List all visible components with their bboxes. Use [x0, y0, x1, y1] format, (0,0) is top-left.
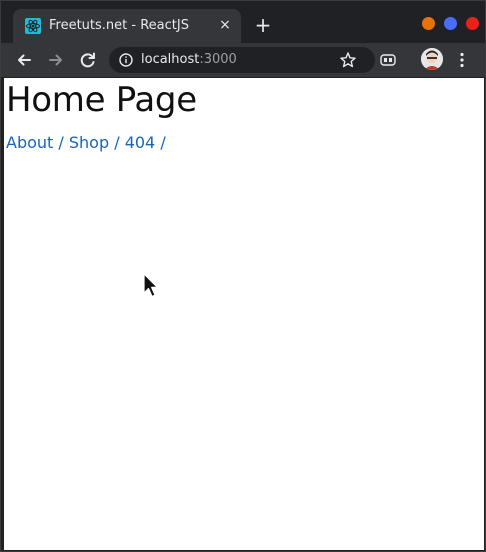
page-title: Home Page	[6, 80, 197, 120]
address-bar[interactable]: localhost:3000	[109, 47, 375, 73]
url-port: :3000	[199, 52, 237, 67]
url-text[interactable]: localhost:3000	[141, 52, 237, 67]
kebab-menu-icon[interactable]	[455, 51, 469, 69]
mouse-cursor-icon	[143, 273, 159, 298]
tab-strip: Freetuts.net - ReactJS × +	[1, 1, 485, 43]
nav-separator: /	[53, 133, 69, 152]
avatar[interactable]	[421, 48, 443, 70]
page-viewport: Home Page About / Shop / 404 /	[4, 78, 484, 550]
tab-close-icon[interactable]: ×	[217, 17, 233, 33]
info-icon[interactable]	[119, 53, 133, 67]
maximize-button[interactable]	[444, 17, 457, 30]
tab-title: Freetuts.net - ReactJS	[49, 18, 189, 33]
arrow-left-icon[interactable]	[13, 49, 35, 71]
nav-link-404[interactable]: 404	[125, 133, 156, 152]
extension-icon[interactable]	[379, 51, 397, 69]
close-window-button[interactable]	[466, 17, 479, 30]
avatar-image	[421, 48, 443, 70]
nav-links: About / Shop / 404 /	[6, 133, 166, 152]
tab-active[interactable]: Freetuts.net - ReactJS ×	[13, 9, 241, 43]
minimize-button[interactable]	[422, 17, 435, 30]
star-icon[interactable]	[339, 51, 357, 69]
new-tab-button[interactable]: +	[253, 15, 273, 35]
nav-separator: /	[155, 133, 166, 152]
nav-link-about[interactable]: About	[6, 133, 53, 152]
arrow-right-icon[interactable]	[45, 49, 67, 71]
browser-toolbar: localhost:3000	[1, 43, 485, 77]
url-host: localhost	[141, 52, 200, 67]
browser-window: Freetuts.net - ReactJS × + localhost:300…	[0, 0, 486, 552]
nav-link-shop[interactable]: Shop	[69, 133, 109, 152]
nav-separator: /	[109, 133, 125, 152]
reload-icon[interactable]	[77, 49, 99, 71]
react-icon	[25, 18, 41, 34]
